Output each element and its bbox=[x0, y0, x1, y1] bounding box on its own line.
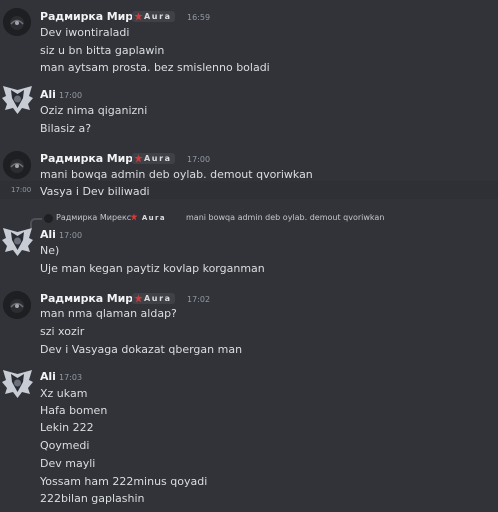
timestamp: 17:00 bbox=[187, 155, 211, 164]
avatar[interactable] bbox=[3, 8, 31, 36]
message-text: Dev i Vasyaga dokazat qbergan man bbox=[40, 343, 243, 356]
avatar[interactable] bbox=[1, 368, 34, 401]
reply-guild-tag-label: Aura bbox=[141, 214, 167, 222]
timestamp: 16:59 bbox=[187, 13, 211, 22]
hover-timestamp: 17:00 bbox=[11, 186, 32, 194]
message-text: Lekin 222 bbox=[40, 421, 94, 434]
reply-username[interactable]: Радмирка Мирекс bbox=[56, 213, 131, 222]
message-text: Dev iwontiraladi bbox=[40, 26, 130, 39]
message-text: Qoymedi bbox=[40, 439, 90, 452]
username[interactable]: Ali bbox=[40, 88, 56, 101]
message-text: Vasya i Dev biliwadi bbox=[40, 185, 150, 198]
guild-tag-label: Aura bbox=[144, 154, 172, 163]
message-text: man aytsam prosta. bez smislenno boladi bbox=[40, 61, 270, 74]
message-text: Dev mayli bbox=[40, 457, 96, 470]
message-text: Yossam ham 222minus qoyadi bbox=[40, 475, 208, 488]
avatar[interactable] bbox=[3, 291, 31, 319]
timestamp: 17:00 bbox=[59, 231, 83, 240]
message-text: Hafa bomen bbox=[40, 404, 108, 417]
username[interactable]: Ali bbox=[40, 370, 56, 383]
message-text: Bilasiz a? bbox=[40, 122, 92, 135]
flame-icon bbox=[130, 213, 138, 221]
timestamp: 17:03 bbox=[59, 373, 83, 382]
flame-icon bbox=[134, 294, 143, 303]
guild-tag[interactable]: Aura bbox=[132, 11, 175, 22]
flame-icon bbox=[134, 12, 143, 21]
avatar[interactable] bbox=[1, 226, 34, 259]
reply-guild-tag: Aura bbox=[130, 213, 166, 223]
message-text: siz u bn bitta gaplawin bbox=[40, 44, 165, 57]
chat-messages: Радмирка Мирекс Aura 16:59 Dev iwontiral… bbox=[0, 0, 498, 512]
message-text: man nma qlaman aldap? bbox=[40, 307, 177, 320]
guild-tag[interactable]: Aura bbox=[132, 153, 175, 164]
message-text: Uje man kegan paytiz kovlap korganman bbox=[40, 262, 265, 275]
message-text: 222bilan gaplashin bbox=[40, 492, 145, 505]
message-text: Oziz nima qiganizni bbox=[40, 104, 148, 117]
timestamp: 17:02 bbox=[187, 295, 211, 304]
guild-tag[interactable]: Aura bbox=[132, 293, 175, 304]
guild-tag-label: Aura bbox=[144, 12, 172, 21]
message-text: Xz ukam bbox=[40, 387, 88, 400]
avatar[interactable] bbox=[1, 84, 34, 117]
reply-avatar bbox=[44, 214, 53, 223]
flame-icon bbox=[134, 154, 143, 163]
username[interactable]: Ali bbox=[40, 228, 56, 241]
message-text: mani bowqa admin deb oylab. demout qvori… bbox=[40, 168, 313, 181]
timestamp: 17:00 bbox=[59, 91, 83, 100]
reply-text[interactable]: mani bowqa admin deb oylab. demout qvori… bbox=[186, 213, 384, 222]
message-text: szi xozir bbox=[40, 325, 85, 338]
avatar[interactable] bbox=[3, 151, 31, 179]
guild-tag-label: Aura bbox=[144, 294, 172, 303]
message-text: Ne) bbox=[40, 244, 60, 257]
